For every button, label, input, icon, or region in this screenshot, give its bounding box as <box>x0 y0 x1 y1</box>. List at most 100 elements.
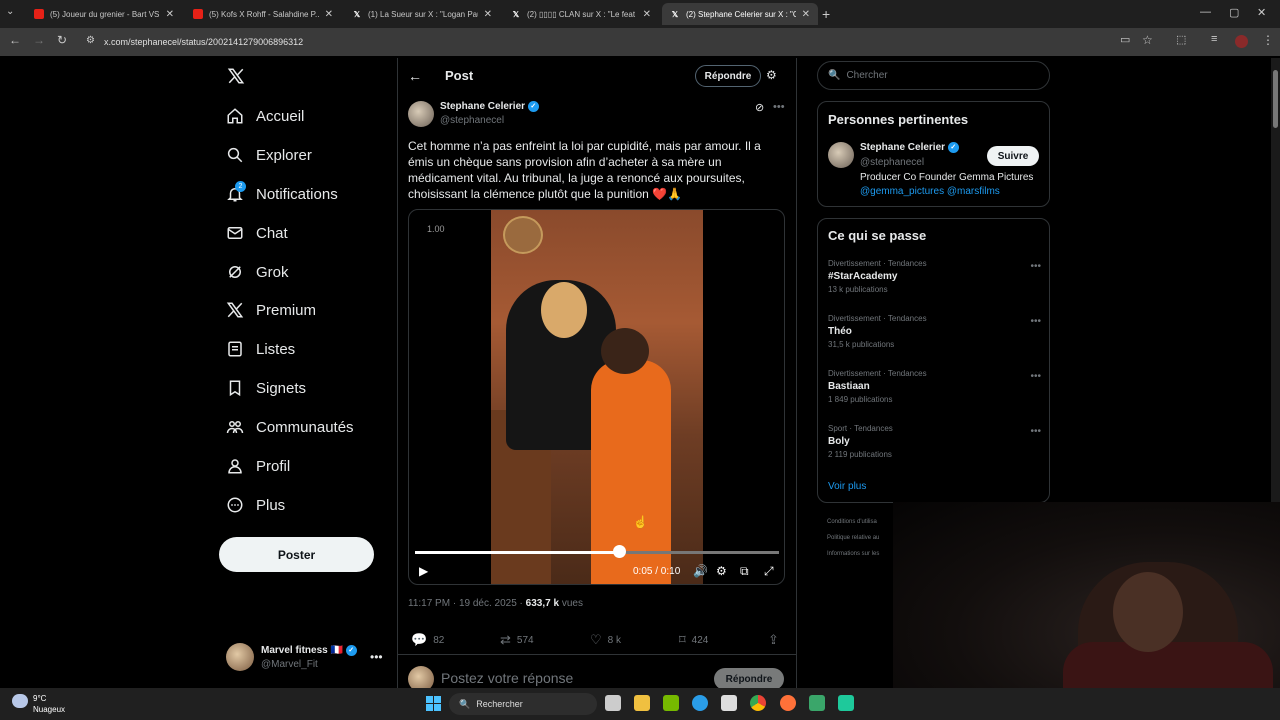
video-scrubber-handle[interactable] <box>612 545 626 558</box>
bookmark-action[interactable]: ⌑ 424 <box>679 632 708 648</box>
account-more-icon[interactable]: ••• <box>370 650 383 664</box>
see-more-link[interactable]: Voir plus <box>828 481 866 492</box>
relevant-bio-links[interactable]: @gemma_pictures @marsfilms <box>860 186 1000 197</box>
footer-link[interactable]: Politique relative au <box>827 535 879 541</box>
spotify-icon[interactable] <box>838 695 854 711</box>
store-icon[interactable] <box>721 695 737 711</box>
close-icon[interactable]: ✕ <box>325 9 333 20</box>
task-view-icon[interactable] <box>605 695 621 711</box>
account-switcher[interactable]: Marvel fitness 🇫🇷 ✓ <box>261 645 357 656</box>
close-icon[interactable]: ✕ <box>802 9 810 20</box>
reading-list-icon[interactable]: ≡ <box>1211 33 1217 45</box>
x-logo-icon[interactable] <box>227 67 245 85</box>
author-name-row[interactable]: Stephane Celerier ✓ <box>440 101 539 112</box>
back-icon[interactable]: ← <box>9 33 21 47</box>
edge-icon[interactable] <box>692 695 708 711</box>
sidebar-item-bookmarks[interactable]: Signets <box>226 375 306 401</box>
scrollbar-thumb[interactable] <box>1273 70 1278 128</box>
sidebar-item-communities[interactable]: Communautés <box>226 414 354 440</box>
volume-icon[interactable]: 🔊 <box>693 564 708 578</box>
maximize-icon[interactable]: ▢ <box>1229 6 1239 19</box>
browser-menu-icon[interactable]: ⋮ <box>1262 33 1274 47</box>
bookmark-star-icon[interactable]: ☆ <box>1142 33 1153 47</box>
browser-tab[interactable]: (5) Kofs X Rohff - Salahdine P... ✕ <box>185 3 341 25</box>
start-icon[interactable] <box>426 696 441 711</box>
trend-item[interactable]: Divertissement · Tendances #StarAcademy … <box>828 259 1041 294</box>
sidebar-item-chat[interactable]: Chat <box>226 220 288 246</box>
sidebar-item-profile[interactable]: Profil <box>226 453 290 479</box>
url-field[interactable]: x.com/stephanecel/status/200214127900689… <box>104 37 303 47</box>
profile-avatar[interactable] <box>1235 35 1248 48</box>
search-input[interactable]: 🔍 Chercher <box>817 61 1050 90</box>
reply-header-button[interactable]: Répondre <box>695 65 761 87</box>
extensions-icon[interactable]: ⬚ <box>1176 33 1186 46</box>
reply-submit-button[interactable]: Répondre <box>714 668 784 690</box>
trend-more-icon[interactable]: ••• <box>1030 316 1041 327</box>
browser-tab[interactable]: (5) Joueur du grenier - Bart VS ✕ <box>26 3 182 25</box>
nvidia-icon[interactable] <box>663 695 679 711</box>
weather-widget[interactable]: 9°C Nuageux <box>33 693 65 715</box>
x-icon: 𝕏 <box>512 9 520 19</box>
forward-icon[interactable]: → <box>33 33 45 47</box>
sidebar-item-notifications[interactable]: 2 Notifications <box>226 181 338 207</box>
author-handle[interactable]: @stephanecel <box>440 115 504 126</box>
close-icon[interactable]: ✕ <box>643 9 651 20</box>
back-arrow-icon[interactable]: ← <box>408 68 422 84</box>
repost-action[interactable]: ⇄ 574 <box>500 632 534 648</box>
chrome-icon[interactable] <box>750 695 766 711</box>
trend-more-icon[interactable]: ••• <box>1030 426 1041 437</box>
minimize-icon[interactable]: — <box>1200 6 1211 18</box>
footer-link[interactable]: Informations sur les <box>827 551 879 557</box>
account-avatar[interactable] <box>226 643 254 671</box>
cast-icon[interactable]: ▭ <box>1120 33 1130 46</box>
window-close-icon[interactable]: ✕ <box>1257 6 1266 19</box>
video-progress-track[interactable] <box>415 551 779 554</box>
share-action[interactable]: ⇪ <box>768 632 779 648</box>
author-avatar[interactable] <box>408 101 434 127</box>
post-more-icon[interactable]: ••• <box>773 101 785 113</box>
reply-action[interactable]: 💬 82 <box>411 632 444 648</box>
sidebar-item-lists[interactable]: Listes <box>226 336 295 362</box>
post-button[interactable]: Poster <box>219 537 374 572</box>
sidebar-item-explore[interactable]: Explorer <box>226 142 312 168</box>
trend-more-icon[interactable]: ••• <box>1030 261 1041 272</box>
footer-link[interactable]: Conditions d'utilisa <box>827 519 877 525</box>
relevant-name-row[interactable]: Stephane Celerier ✓ <box>860 142 959 153</box>
reload-icon[interactable]: ↻ <box>57 33 67 47</box>
grok-icon[interactable]: ⊘ <box>755 101 764 114</box>
trend-more-icon[interactable]: ••• <box>1030 371 1041 382</box>
pip-icon[interactable]: ⧉ <box>740 564 749 579</box>
firefox-icon[interactable] <box>780 695 796 711</box>
file-explorer-icon[interactable] <box>634 695 650 711</box>
close-icon[interactable]: ✕ <box>484 9 492 20</box>
new-tab-icon[interactable]: + <box>822 6 830 22</box>
video-player[interactable]: 1.00 ▶ 0:05 / 0:10 🔊 ⚙ ⧉ ⤢ <box>408 209 785 585</box>
reply-input[interactable]: Postez votre réponse <box>441 670 573 686</box>
site-info-icon[interactable]: ⚙ <box>86 35 95 46</box>
trend-item[interactable]: Divertissement · Tendances Théo 31,5 k p… <box>828 314 1041 349</box>
more-circle-icon <box>226 496 244 514</box>
sidebar-item-more[interactable]: Plus <box>226 492 285 518</box>
settings-icon[interactable]: ⚙ <box>716 564 727 578</box>
trend-item[interactable]: Sport · Tendances Boly 2 119 publication… <box>828 424 1041 459</box>
fullscreen-icon[interactable]: ⤢ <box>764 564 774 579</box>
tab-search-icon[interactable]: ⌄ <box>6 6 14 17</box>
browser-tab[interactable]: 𝕏 (1) La Sueur sur X : "Logan Paul ✕ <box>344 3 500 25</box>
person-icon <box>226 457 244 475</box>
sidebar-item-home[interactable]: Accueil <box>226 103 304 129</box>
play-icon[interactable]: ▶ <box>419 564 428 578</box>
relevant-avatar[interactable] <box>828 142 854 168</box>
close-icon[interactable]: ✕ <box>166 9 174 20</box>
sidebar-item-premium[interactable]: Premium <box>226 297 316 323</box>
sidebar-item-grok[interactable]: Grok <box>226 259 289 285</box>
browser-tab-active[interactable]: 𝕏 (2) Stephane Celerier sur X : "Ce ✕ <box>662 3 818 25</box>
like-action[interactable]: ♡ 8 k <box>590 632 621 648</box>
trend-item[interactable]: Divertissement · Tendances Bastiaan 1 84… <box>828 369 1041 404</box>
filter-icon[interactable]: ⚙ <box>766 68 777 82</box>
app-icon[interactable] <box>809 695 825 711</box>
taskbar-search[interactable]: 🔍 Rechercher <box>449 693 597 715</box>
follow-button[interactable]: Suivre <box>987 146 1039 166</box>
browser-tab[interactable]: 𝕏 (2) ▯▯▯▯ CLAN sur X : "Le feat ✕ <box>503 3 659 25</box>
page-title: Post <box>445 68 474 83</box>
weather-icon[interactable] <box>12 694 28 708</box>
